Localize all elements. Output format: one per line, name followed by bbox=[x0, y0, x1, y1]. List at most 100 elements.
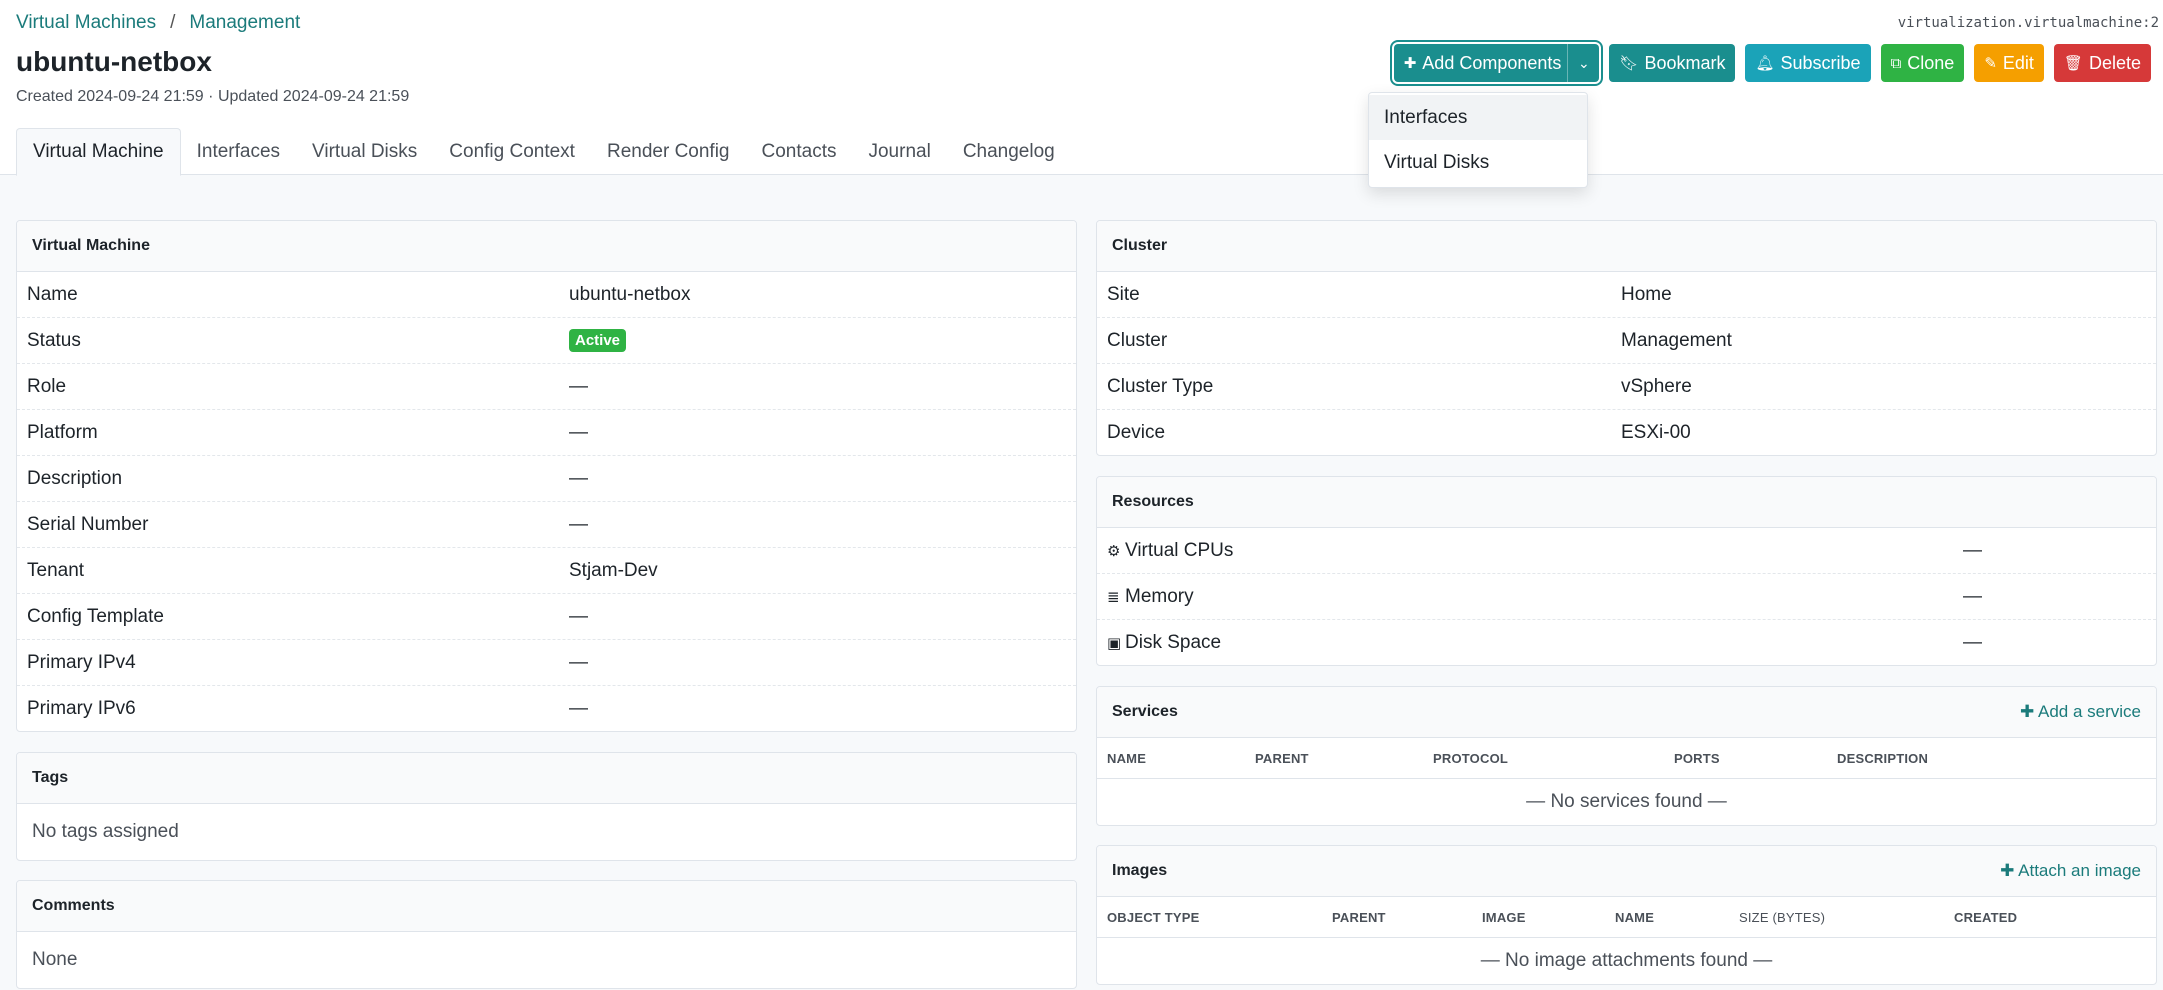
row-value: — bbox=[1963, 539, 1982, 561]
tab-virtual-machine[interactable]: Virtual Machine bbox=[16, 128, 181, 176]
subscribe-button[interactable]: 🔔︎ Subscribe bbox=[1745, 44, 1871, 82]
copy-icon: ⧉ bbox=[1890, 54, 1902, 72]
tab-contacts[interactable]: Contacts bbox=[746, 128, 853, 175]
delete-label: Delete bbox=[2088, 52, 2141, 73]
tab-virtual-disks[interactable]: Virtual Disks bbox=[296, 128, 433, 175]
updated-timestamp: 2024-09-24 21:59 bbox=[282, 88, 410, 105]
row-label: Cluster Type bbox=[1107, 375, 1214, 397]
table-header: Name Parent Protocol Ports Description bbox=[1097, 738, 2156, 779]
tab-render-config[interactable]: Render Config bbox=[591, 128, 746, 175]
card-header: Images ✚ Attach an image bbox=[1097, 846, 2156, 897]
column-header[interactable]: Created bbox=[1954, 910, 2017, 925]
table-row: Device ESXi-00 bbox=[1097, 410, 2156, 455]
status-badge: Active bbox=[569, 329, 627, 352]
images-card: Images ✚ Attach an image Object Type Par… bbox=[1096, 845, 2157, 985]
pencil-icon: ✎ bbox=[1984, 55, 1997, 72]
table-row: Status Active bbox=[17, 318, 1076, 364]
breadcrumb-virtual-machines[interactable]: Virtual Machines bbox=[16, 12, 156, 34]
row-label: Config Template bbox=[27, 605, 164, 627]
column-header[interactable]: Ports bbox=[1674, 751, 1837, 766]
clone-button[interactable]: ⧉ Clone bbox=[1880, 44, 1965, 82]
add-components-dropdown: Interfaces Virtual Disks bbox=[1368, 92, 1588, 188]
object-type-identifier: virtualization.virtualmachine:2 bbox=[1897, 15, 2159, 31]
edit-button[interactable]: ✎ Edit bbox=[1974, 44, 2044, 82]
column-header[interactable]: Name bbox=[1615, 910, 1739, 925]
row-label: Role bbox=[27, 375, 67, 397]
column-header[interactable]: Object Type bbox=[1107, 910, 1332, 925]
cluster-card: Cluster Site Home Cluster Management Clu… bbox=[1096, 220, 2157, 456]
row-label: Primary IPv6 bbox=[27, 698, 136, 719]
subscribe-label: Subscribe bbox=[1780, 52, 1861, 73]
row-value: — bbox=[569, 513, 588, 535]
tags-card: Tags No tags assigned bbox=[16, 752, 1077, 861]
table-row: Site Home bbox=[1097, 272, 2156, 318]
row-label: Cluster bbox=[1107, 329, 1168, 351]
created-updated-meta: Created 2024-09-24 21:59 · Updated 2024-… bbox=[16, 88, 409, 106]
table-row: ▣ Disk Space — bbox=[1097, 620, 2156, 665]
card-title: Virtual Machine bbox=[32, 237, 150, 254]
chevron-down-icon[interactable]: ⌄ bbox=[1567, 44, 1599, 82]
row-label: Site bbox=[1107, 283, 1140, 305]
created-label: Created bbox=[16, 88, 73, 105]
row-label: Tenant bbox=[27, 559, 85, 581]
tab-interfaces[interactable]: Interfaces bbox=[181, 128, 296, 175]
table-row: Platform — bbox=[17, 410, 1076, 456]
add-components-button[interactable]: ✚ Add Components ⌄ bbox=[1393, 44, 1600, 82]
plus-icon: ✚ bbox=[2019, 702, 2038, 721]
site-link[interactable]: Home bbox=[1621, 284, 1672, 306]
card-title: Tags bbox=[32, 769, 69, 786]
table-row: Serial Number — bbox=[17, 502, 1076, 548]
attach-image-link[interactable]: ✚ Attach an image bbox=[2000, 861, 2141, 881]
bookmark-button[interactable]: 🔖︎ Bookmark bbox=[1609, 44, 1736, 82]
column-header[interactable]: Parent bbox=[1332, 910, 1482, 925]
card-title: Resources bbox=[1112, 493, 1194, 510]
services-card: Services ✚ Add a service Name Parent Pro… bbox=[1096, 686, 2157, 826]
row-label: Name bbox=[27, 283, 78, 305]
column-header[interactable]: Protocol bbox=[1433, 751, 1674, 766]
tab-journal[interactable]: Journal bbox=[852, 128, 946, 175]
column-header[interactable]: Size (Bytes) bbox=[1739, 910, 1954, 925]
page-header: Virtual Machines / Management ubuntu-net… bbox=[0, 0, 2163, 176]
cpu-icon: ⚙︎ bbox=[1107, 542, 1121, 560]
row-label: Primary IPv4 bbox=[27, 651, 136, 673]
column-header[interactable]: Description bbox=[1837, 751, 1928, 766]
device-link[interactable]: ESXi-00 bbox=[1621, 422, 1691, 444]
card-header: Virtual Machine bbox=[17, 221, 1076, 272]
row-label: ▣ Disk Space bbox=[1107, 632, 1963, 654]
table-row: Role — bbox=[17, 364, 1076, 410]
row-label: Serial Number bbox=[27, 513, 149, 535]
column-header[interactable]: Parent bbox=[1255, 751, 1433, 766]
resources-card: Resources ⚙︎ Virtual CPUs — ≣ Memory — ▣ Di… bbox=[1096, 476, 2157, 666]
column-header[interactable]: Image bbox=[1482, 910, 1615, 925]
column-header[interactable]: Name bbox=[1107, 751, 1255, 766]
bell-icon: 🔔︎ bbox=[1755, 55, 1775, 72]
no-tags-text: No tags assigned bbox=[32, 821, 179, 842]
created-timestamp: 2024-09-24 21:59 bbox=[77, 88, 204, 105]
row-value: — bbox=[1963, 632, 1982, 653]
table-row: Tenant Stjam-Dev bbox=[17, 548, 1076, 594]
delete-button[interactable]: 🗑︎ Delete bbox=[2053, 44, 2151, 82]
breadcrumb-management[interactable]: Management bbox=[189, 12, 300, 34]
memory-icon: ≣ bbox=[1107, 588, 1120, 606]
updated-label: Updated bbox=[217, 88, 279, 105]
trash-icon: 🗑︎ bbox=[2063, 55, 2083, 72]
dropdown-item-virtual-disks[interactable]: Virtual Disks bbox=[1369, 140, 1587, 185]
row-label: Status bbox=[27, 329, 81, 351]
disk-icon: ▣ bbox=[1107, 635, 1122, 652]
table-row: Primary IPv4 — bbox=[17, 640, 1076, 686]
table-row: Name ubuntu-netbox bbox=[17, 272, 1076, 318]
row-value: — bbox=[569, 467, 588, 489]
table-row: ⚙︎ Virtual CPUs — bbox=[1097, 528, 2156, 574]
tab-changelog[interactable]: Changelog bbox=[947, 128, 1071, 175]
tenant-link[interactable]: Stjam-Dev bbox=[569, 560, 658, 582]
dropdown-item-interfaces[interactable]: Interfaces bbox=[1369, 95, 1587, 140]
tab-config-context[interactable]: Config Context bbox=[433, 128, 591, 175]
card-header: Resources bbox=[1097, 477, 2156, 528]
row-label: Platform bbox=[27, 421, 98, 443]
card-title: Cluster bbox=[1112, 237, 1168, 254]
row-label-text: Disk Space bbox=[1125, 632, 1222, 653]
add-service-link[interactable]: ✚ Add a service bbox=[2020, 702, 2141, 722]
plus-icon: ✚ bbox=[2000, 861, 2019, 880]
cluster-link[interactable]: Management bbox=[1621, 330, 1732, 352]
table-row: Primary IPv6 — bbox=[17, 686, 1076, 731]
